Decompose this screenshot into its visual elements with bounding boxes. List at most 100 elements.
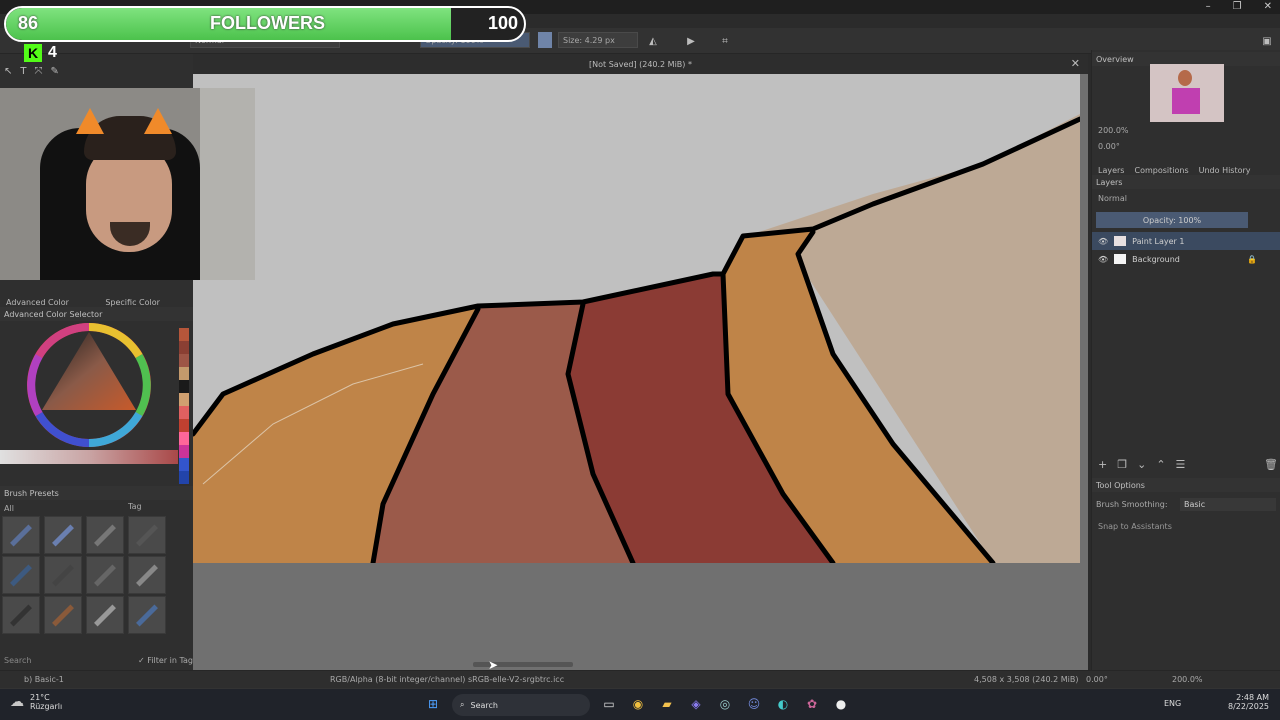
overview-rotation[interactable]: 0.00°	[1098, 142, 1120, 151]
krita-icon[interactable]: ✿	[803, 695, 821, 713]
mirror-vertical-icon[interactable]: ▶	[684, 34, 698, 48]
snap-to-assistants-checkbox[interactable]: Snap to Assistants	[1098, 522, 1172, 531]
weather-widget[interactable]: ☁ 21°C Rüzgarlı	[10, 693, 62, 711]
palette-swatch[interactable]	[179, 354, 189, 367]
layer-properties-icon[interactable]: ☰	[1176, 458, 1186, 471]
select-tool-icon[interactable]: ↖	[4, 66, 12, 77]
brush-tag-button[interactable]: Tag	[128, 502, 142, 511]
task-view-icon[interactable]: ▭	[600, 695, 618, 713]
brush-preset-icon	[136, 564, 158, 586]
brush-filter-select[interactable]: All	[4, 502, 120, 514]
palette-swatch[interactable]	[179, 341, 189, 354]
brush-preset[interactable]	[86, 516, 124, 554]
visibility-eye-icon[interactable]: 👁	[1098, 255, 1108, 264]
chrome-icon[interactable]: ◉	[629, 695, 647, 713]
brush-search-input[interactable]: Search	[4, 656, 31, 665]
layer-blend-select[interactable]: Normal	[1098, 194, 1127, 203]
language-indicator[interactable]: ENG	[1164, 699, 1181, 708]
status-bar: b) Basic-1 RGB/Alpha (8-bit integer/chan…	[0, 670, 1280, 688]
move-down-icon[interactable]: ⌄	[1137, 458, 1146, 471]
overview-thumbnail[interactable]	[1150, 64, 1224, 122]
edge-icon[interactable]: ◐	[774, 695, 792, 713]
brush-preset[interactable]	[2, 556, 40, 594]
brush-smoothing-select[interactable]: Basic	[1180, 498, 1276, 511]
duplicate-layer-icon[interactable]: ❐	[1117, 458, 1127, 471]
color-selector-title: Advanced Color Selector	[4, 309, 103, 319]
layer-opacity-slider[interactable]: Opacity: 100%	[1096, 212, 1248, 228]
brush-preset[interactable]	[128, 516, 166, 554]
brush-preset[interactable]	[86, 596, 124, 634]
brush-preset-icon	[52, 564, 74, 586]
search-icon: ⌕	[460, 700, 465, 709]
brush-preset[interactable]	[44, 516, 82, 554]
maximize-icon[interactable]: ❐	[1233, 1, 1242, 12]
overview-zoom[interactable]: 200.0%	[1098, 126, 1129, 135]
palette-swatch[interactable]	[179, 458, 189, 471]
close-icon[interactable]: ✕	[1264, 1, 1272, 12]
brush-tag-label: Tag	[128, 502, 142, 511]
wrap-around-icon[interactable]: ⌗	[718, 34, 732, 48]
brush-preset[interactable]	[2, 516, 40, 554]
obs-icon[interactable]: ●	[832, 695, 850, 713]
layer-opacity-value: Opacity: 100%	[1142, 215, 1202, 225]
teams-icon[interactable]: ◈	[687, 695, 705, 713]
steam-icon[interactable]: ◎	[716, 695, 734, 713]
brush-search-placeholder: Search	[4, 656, 32, 665]
brush-preset-icon	[10, 524, 32, 546]
brush-tool-icon[interactable]: ✎	[51, 66, 59, 77]
brush-preset-icon	[94, 524, 116, 546]
brush-preset[interactable]	[44, 596, 82, 634]
overview-title: Overview	[1096, 54, 1134, 64]
palette-swatch[interactable]	[179, 432, 189, 445]
color-history-bar[interactable]	[0, 450, 178, 464]
brush-preset[interactable]	[44, 556, 82, 594]
brush-preset[interactable]	[128, 556, 166, 594]
clock[interactable]: 2:48 AM 8/22/2025	[1228, 693, 1269, 711]
palette-swatch[interactable]	[179, 406, 189, 419]
start-icon[interactable]: ⊞	[424, 695, 442, 713]
brush-smoothing-text: Brush Smoothing:	[1096, 500, 1168, 509]
color-wheel[interactable]	[24, 320, 154, 450]
document-tab[interactable]: [Not Saved] (240.2 MiB) * ✕	[193, 54, 1088, 74]
text-tool-icon[interactable]: T	[20, 66, 26, 77]
palette-swatch[interactable]	[179, 328, 189, 341]
brush-preset[interactable]	[128, 596, 166, 634]
color-selector-header: Advanced Color Selector	[0, 307, 193, 321]
brush-preset[interactable]	[86, 556, 124, 594]
tab-undo-history[interactable]: Undo History	[1199, 166, 1251, 175]
palette-swatch[interactable]	[179, 419, 189, 432]
mirror-horizontal-icon[interactable]: ◭	[646, 34, 660, 48]
weather-icon: ☁	[10, 694, 24, 710]
palette-swatch[interactable]	[179, 380, 189, 393]
taskbar-apps: ▭ ◉ ▰ ◈ ◎ ☺ ◐ ✿ ●	[600, 695, 850, 713]
tab-compositions[interactable]: Compositions	[1134, 166, 1188, 175]
palette-swatch[interactable]	[179, 393, 189, 406]
painting-canvas[interactable]	[193, 74, 1080, 563]
filter-in-tag-checkbox[interactable]: ✓ Filter in Tag	[138, 656, 193, 665]
layer-row[interactable]: 👁 Background 🔒	[1092, 250, 1280, 268]
discord-icon[interactable]: ☺	[745, 695, 763, 713]
close-document-icon[interactable]: ✕	[1071, 57, 1080, 70]
delete-layer-icon[interactable]: 🗑	[1264, 458, 1278, 471]
palette-swatch[interactable]	[179, 471, 189, 484]
add-layer-icon[interactable]: +	[1098, 458, 1107, 471]
layer-blend-value: Normal	[1098, 194, 1127, 203]
minimize-icon[interactable]: –	[1206, 1, 1211, 12]
palette-swatch[interactable]	[179, 445, 189, 458]
layer-row[interactable]: 👁 Paint Layer 1	[1092, 232, 1280, 250]
move-up-icon[interactable]: ⌃	[1156, 458, 1165, 471]
kick-badge: K 4	[24, 44, 57, 62]
brush-preset[interactable]	[2, 596, 40, 634]
taskbar-search[interactable]: ⌕ Search	[452, 694, 590, 716]
color-swatch[interactable]	[538, 32, 552, 48]
transform-tool-icon[interactable]: ⤧	[35, 66, 43, 77]
file-explorer-icon[interactable]: ▰	[658, 695, 676, 713]
palette-swatch[interactable]	[179, 367, 189, 380]
brush-preset-icon	[94, 564, 116, 586]
visibility-eye-icon[interactable]: 👁	[1098, 237, 1108, 246]
layers-title: Layers	[1096, 177, 1123, 187]
workspace-icon[interactable]: ▣	[1260, 34, 1274, 48]
tab-layers[interactable]: Layers	[1098, 166, 1124, 175]
lock-icon[interactable]: 🔒	[1247, 255, 1257, 264]
size-slider[interactable]: Size: 4.29 px	[558, 32, 638, 48]
